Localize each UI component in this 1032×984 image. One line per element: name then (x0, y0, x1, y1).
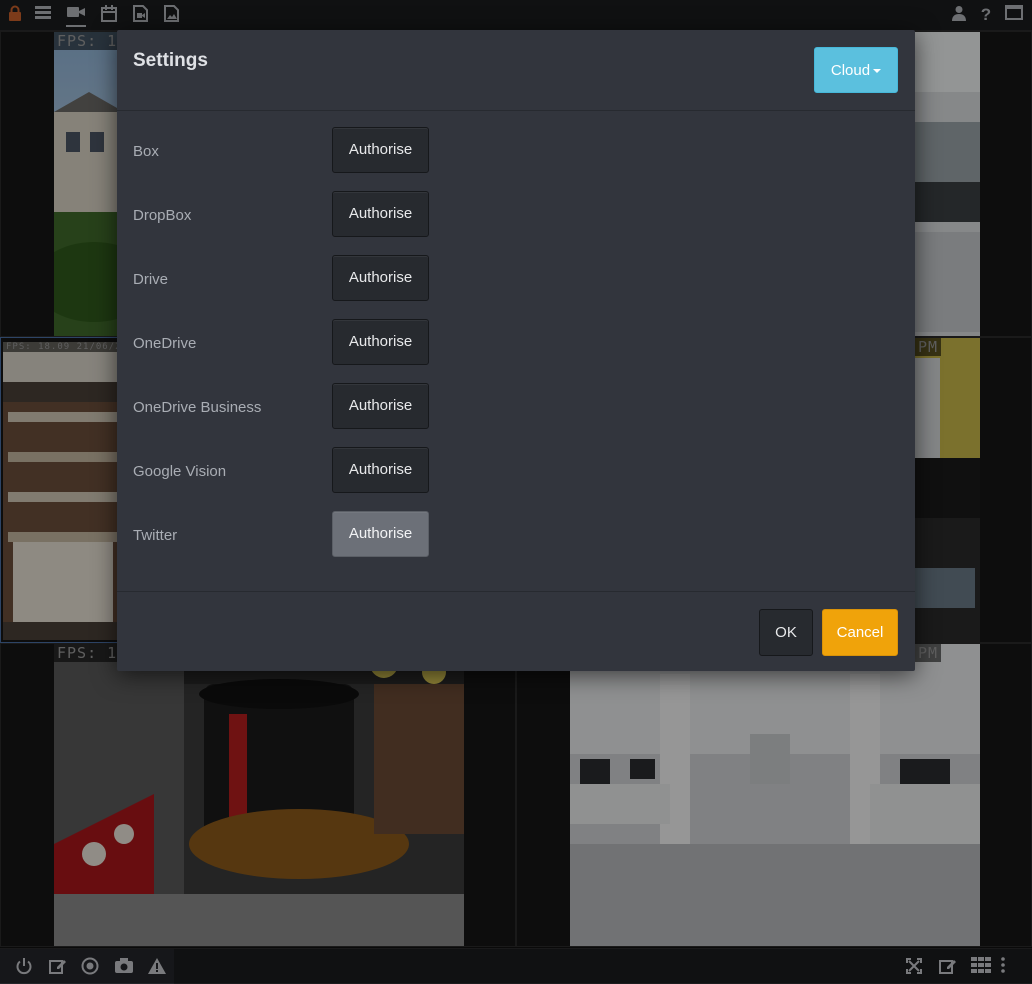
authorise-dropbox-button[interactable]: Authorise (332, 191, 429, 237)
caret-down-icon (873, 69, 882, 74)
authorise-drive-button[interactable]: Authorise (332, 255, 429, 301)
service-label-dropbox: DropBox (133, 207, 192, 224)
cloud-dropdown-button[interactable]: Cloud (814, 47, 898, 93)
dialog-header: Settings Cloud (117, 30, 915, 111)
authorise-twitter-button[interactable]: Authorise (332, 511, 429, 557)
ok-button[interactable]: OK (759, 609, 813, 656)
service-label-drive: Drive (133, 271, 169, 288)
cloud-dropdown-label: Cloud (830, 62, 871, 79)
service-label-onedrive: OneDrive (133, 335, 197, 352)
service-label-google-vision: Google Vision (133, 463, 227, 480)
service-label-box: Box (133, 143, 159, 160)
dialog-title: Settings (133, 50, 208, 71)
authorise-onedrive-button[interactable]: Authorise (332, 319, 429, 365)
service-label-twitter: Twitter (133, 527, 178, 544)
authorise-google-vision-button[interactable]: Authorise (332, 447, 429, 493)
service-label-onedrive-business: OneDrive Business (133, 399, 262, 416)
dialog-footer: OK Cancel (117, 591, 915, 672)
cancel-button[interactable]: Cancel (822, 609, 898, 656)
authorise-box-button[interactable]: Authorise (332, 127, 429, 173)
authorise-onedrive-business-button[interactable]: Authorise (332, 383, 429, 429)
settings-dialog: Settings Cloud Box Authorise DropBox Aut… (117, 30, 915, 671)
